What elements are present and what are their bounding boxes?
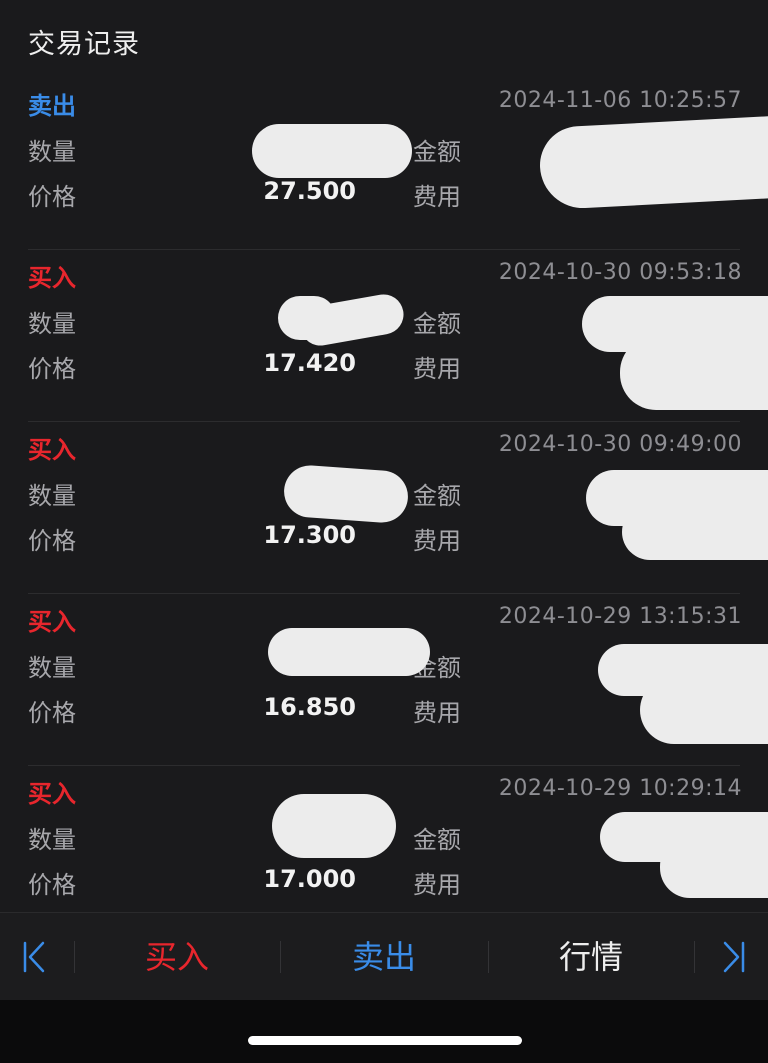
price-value: 16.850 — [263, 693, 356, 721]
redaction-mark — [282, 463, 410, 525]
redaction-mark — [660, 836, 768, 898]
fee-label: 费用 — [413, 355, 461, 383]
page-title: 交易记录 — [28, 29, 140, 60]
amount-label: 金额 — [413, 310, 461, 338]
redaction-mark — [252, 124, 412, 178]
last-page-button[interactable] — [694, 913, 768, 1001]
trade-record[interactable]: 买入 2024-10-30 09:53:18 数量 价格 金额 费用 17.42… — [0, 250, 768, 422]
trade-type: 卖出 — [28, 92, 76, 120]
price-label: 价格 — [28, 871, 76, 899]
redaction-mark — [620, 336, 768, 410]
last-page-icon — [723, 941, 745, 973]
buy-button[interactable]: 买入 — [74, 913, 280, 1001]
amount-label: 金额 — [413, 826, 461, 854]
trade-type: 买入 — [28, 264, 76, 292]
trade-record[interactable]: 卖出 2024-11-06 10:25:57 数量 价格 金额 费用 27.50… — [0, 78, 768, 250]
price-label: 价格 — [28, 527, 76, 555]
first-page-button[interactable] — [0, 913, 74, 1001]
trade-record[interactable]: 买入 2024-10-29 13:15:31 数量 价格 金额 费用 16.85… — [0, 594, 768, 766]
trade-time: 2024-10-29 13:15:31 — [498, 604, 742, 629]
quantity-label: 数量 — [28, 654, 76, 682]
price-label: 价格 — [28, 183, 76, 211]
redaction-mark — [268, 628, 430, 676]
price-label: 价格 — [28, 355, 76, 383]
fee-label: 费用 — [413, 527, 461, 555]
amount-label: 金额 — [413, 482, 461, 510]
trade-time: 2024-10-29 10:29:14 — [498, 776, 742, 801]
trade-time: 2024-10-30 09:53:18 — [498, 260, 742, 285]
quantity-label: 数量 — [28, 310, 76, 338]
trade-type: 买入 — [28, 780, 76, 808]
trade-record[interactable]: 买入 2024-10-30 09:49:00 数量 价格 金额 费用 17.30… — [0, 422, 768, 594]
redaction-mark — [640, 676, 768, 744]
trade-type: 买入 — [28, 608, 76, 636]
redaction-mark — [272, 794, 396, 858]
home-indicator[interactable] — [248, 1036, 522, 1045]
quote-button[interactable]: 行情 — [488, 913, 694, 1001]
redaction-mark — [622, 504, 768, 560]
price-value: 17.000 — [263, 865, 356, 893]
redaction-mark — [538, 115, 768, 211]
trade-time: 2024-11-06 10:25:57 — [498, 88, 742, 113]
fee-label: 费用 — [413, 183, 461, 211]
quantity-label: 数量 — [28, 826, 76, 854]
quantity-label: 数量 — [28, 482, 76, 510]
trade-records-screen: 交易记录 卖出 2024-11-06 10:25:57 数量 价格 金额 费用 … — [0, 0, 768, 1063]
trade-time: 2024-10-30 09:49:00 — [498, 432, 742, 457]
price-value: 17.300 — [263, 521, 356, 549]
first-page-icon — [23, 941, 45, 973]
trade-type: 买入 — [28, 436, 76, 464]
price-value: 17.420 — [263, 349, 356, 377]
amount-label: 金额 — [413, 138, 461, 166]
fee-label: 费用 — [413, 699, 461, 727]
bottom-toolbar: 买入 卖出 行情 — [0, 912, 768, 1001]
price-value: 27.500 — [263, 177, 356, 205]
sell-button[interactable]: 卖出 — [280, 913, 488, 1001]
fee-label: 费用 — [413, 871, 461, 899]
home-bar-area — [0, 1000, 768, 1063]
price-label: 价格 — [28, 699, 76, 727]
quantity-label: 数量 — [28, 138, 76, 166]
